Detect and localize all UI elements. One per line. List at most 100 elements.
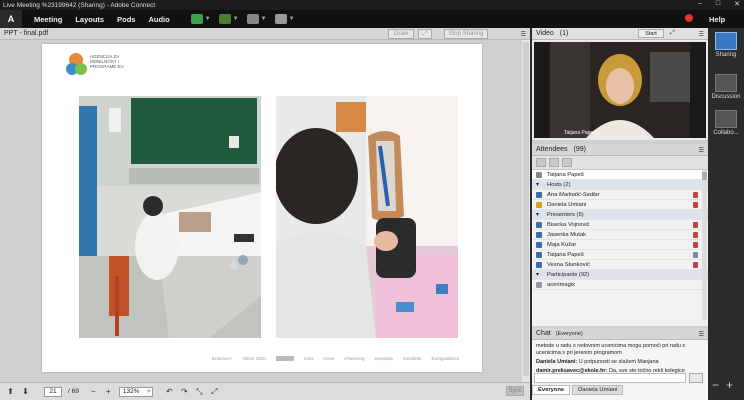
chat-message: Daniela Umiani: U potpunosti se slažem M… [536, 359, 659, 365]
microphone-icon [693, 262, 698, 268]
pod-menu-icon[interactable]: ☰ [699, 331, 704, 338]
redo-icon[interactable]: ↷ [180, 387, 189, 396]
chat-input[interactable] [534, 373, 686, 383]
footer-logo: eTwinning [344, 356, 365, 361]
host-icon [536, 201, 542, 208]
add-layout-icon[interactable]: + [726, 378, 733, 392]
footer-logo: Euroguidance [431, 356, 460, 361]
next-page-icon[interactable]: ⬇ [21, 387, 30, 396]
chat-pod: Chat (Everyone) ☰ metode u radu s redovn… [532, 328, 708, 400]
list-view-icon[interactable] [536, 158, 546, 167]
list-item[interactable]: Maja Kužar [532, 240, 708, 250]
video-pod-header: Video (1) Start ⤢ ☰ [532, 28, 708, 40]
menu-audio[interactable]: Audio [148, 15, 169, 24]
participants-group[interactable]: ▾ Participants (92) [532, 270, 708, 280]
window-title: Live Meeting %23199642 (Sharing) - Adobe… [3, 1, 156, 9]
zoom-select[interactable]: 132% ▼ [118, 386, 153, 397]
pod-menu-icon[interactable]: ☰ [521, 31, 526, 38]
fit-width-icon[interactable]: ⤢ [210, 387, 219, 396]
microphone-icon [693, 202, 698, 208]
speaker-control[interactable]: ▼ [190, 14, 211, 24]
sync-button[interactable]: Sync [506, 386, 524, 396]
help-menu[interactable]: Help [709, 15, 725, 24]
menu-pods[interactable]: Pods [117, 15, 135, 24]
presenter-icon [536, 241, 542, 248]
raise-hand-control[interactable]: ▼ [274, 14, 295, 24]
pod-menu-icon[interactable]: ☰ [699, 31, 704, 38]
layout-discussion[interactable]: Discussion [711, 72, 741, 104]
tab-everyone[interactable]: Everyone [532, 385, 571, 395]
chat-message: metode u radu s redovnim ucenicima mogu … [536, 343, 686, 356]
page-number-input[interactable]: 21 [44, 386, 62, 397]
scrollbar-thumb[interactable] [702, 172, 707, 180]
maximize-button[interactable]: □ [716, 0, 720, 8]
adobe-logo-icon: A [0, 10, 22, 28]
footer-logo: ecvet [323, 356, 335, 361]
video-fullscreen-icon[interactable]: ⤢ [670, 30, 675, 37]
video-pod-title: Video [536, 30, 554, 37]
microphone-icon [693, 222, 698, 228]
layout-thumbnail-icon [715, 32, 737, 50]
presenter-icon [536, 221, 542, 228]
share-pod: PPT - final.pdf Draw ⤢ Stop Sharing ☰ AG… [0, 28, 530, 400]
layout-collaboration[interactable]: Collabo... [711, 108, 741, 140]
host-icon [536, 191, 542, 198]
list-item[interactable]: Daniela Umiani [532, 200, 708, 210]
recording-indicator-icon[interactable] [685, 14, 693, 22]
document-toolbar: ⬆ ⬇ 21 / 69 − + 132% ▼ ↶ ↷ ⤡ ⤢ Sync [0, 382, 530, 400]
draw-button[interactable]: Draw [388, 29, 414, 39]
layout-sharing[interactable]: Sharing [711, 30, 741, 62]
chat-title: Chat [536, 330, 551, 337]
presenter-icon [536, 251, 542, 258]
breakout-view-icon[interactable] [549, 158, 559, 167]
footer-logo: cons [303, 356, 314, 361]
pod-menu-icon[interactable]: ☰ [699, 147, 704, 154]
right-panel: Video (1) Start ⤢ ☰ Tatjana Papeš Attend… [532, 28, 708, 400]
attendees-scrollbar[interactable] [702, 170, 707, 320]
list-item[interactable]: acerimagix [532, 280, 708, 290]
zoom-out-icon[interactable]: − [89, 387, 98, 396]
attendees-pod: Attendees (99) ☰ Tatjana Papeš ▾ Hosts (… [532, 144, 708, 326]
scrollbar-thumb[interactable] [523, 42, 529, 376]
menu-meeting[interactable]: Meeting [34, 15, 62, 24]
tab-private-chat[interactable]: Daniela Umiani [572, 385, 624, 395]
previous-page-icon[interactable]: ⬆ [6, 387, 15, 396]
status-view-icon[interactable] [562, 158, 572, 167]
camera-control[interactable]: ▼ [246, 14, 267, 24]
presenters-group[interactable]: ▾ Presenters (5) [532, 210, 708, 220]
footer-logo: Obzor 2020 [242, 356, 266, 361]
my-status-row[interactable]: Tatjana Papeš [532, 170, 708, 180]
stop-sharing-button[interactable]: Stop Sharing [444, 29, 488, 39]
layouts-rail: Sharing Discussion Collabo... − + [708, 28, 744, 400]
attendees-pod-header: Attendees (99) ☰ [532, 144, 708, 156]
chat-send-button[interactable] [689, 373, 703, 383]
speaker-name-label: Tatjana Papeš [564, 130, 596, 136]
menubar: A Meeting Layouts Pods Audio ▼ ▼ ▼ ▼ [0, 10, 744, 28]
hosts-group[interactable]: ▾ Hosts (2) [532, 180, 708, 190]
list-item[interactable]: Tatjana Papeš [532, 250, 708, 260]
fullscreen-button[interactable]: ⤢ [418, 29, 432, 39]
attendees-count: (99) [573, 146, 586, 153]
list-item[interactable]: Biserka Vojnović [532, 220, 708, 230]
list-item[interactable]: Jasenka Mutak [532, 230, 708, 240]
share-pod-header: PPT - final.pdf Draw ⤢ Stop Sharing ☰ [0, 28, 530, 40]
minimize-button[interactable]: – [698, 0, 702, 8]
list-item[interactable]: Ana Markotić-Sedlar [532, 190, 708, 200]
speaker-video-image [550, 42, 690, 138]
collapse-arrow-icon: ▾ [536, 181, 539, 188]
menu-layouts[interactable]: Layouts [75, 15, 104, 24]
document-canvas: AGENCIJA ZA MOBILNOST I PROGRAME EU Eras… [0, 40, 530, 382]
remove-layout-icon[interactable]: − [712, 378, 719, 392]
window-titlebar: Live Meeting %23199642 (Sharing) - Adobe… [0, 0, 744, 10]
vertical-scrollbar[interactable] [522, 40, 530, 382]
undo-icon[interactable]: ↶ [165, 387, 174, 396]
close-button[interactable]: ✕ [734, 0, 740, 8]
chat-scope: (Everyone) [555, 330, 583, 337]
mosaic-work-photo [276, 96, 458, 338]
zoom-in-icon[interactable]: + [104, 387, 113, 396]
microphone-control[interactable]: ▼ [218, 14, 239, 24]
fit-page-icon[interactable]: ⤡ [195, 387, 204, 396]
start-video-button[interactable]: Start [638, 29, 664, 38]
collapse-arrow-icon: ▾ [536, 271, 539, 278]
list-item[interactable]: Vesna Stunković [532, 260, 708, 270]
